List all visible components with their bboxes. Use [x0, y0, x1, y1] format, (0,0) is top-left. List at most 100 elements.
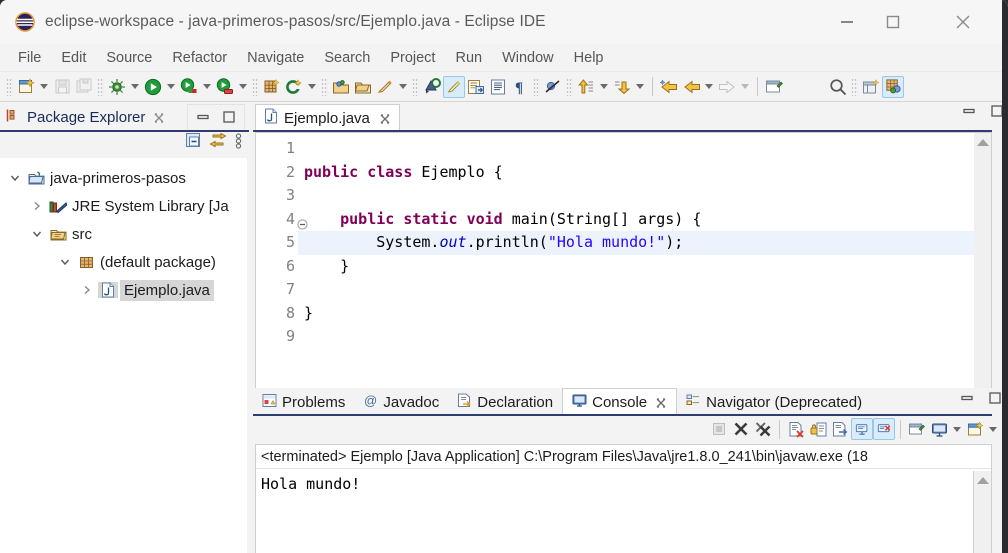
console-output-text[interactable]: Hola mundo!: [256, 469, 991, 499]
tree-row-default-package[interactable]: (default package): [0, 248, 247, 276]
close-icon[interactable]: [655, 397, 667, 409]
toolbar-gripper[interactable]: [97, 77, 104, 96]
toolbar-gripper[interactable]: [851, 77, 858, 96]
show-console-on-error-icon[interactable]: [873, 418, 895, 440]
toggle-mark-dropdown-icon[interactable]: [396, 75, 410, 99]
window-close-button[interactable]: [940, 0, 986, 44]
debug-dropdown-icon[interactable]: [128, 75, 142, 99]
menu-item-refactor[interactable]: Refactor: [162, 47, 237, 69]
chevron-down-icon[interactable]: [4, 172, 26, 184]
chevron-right-icon[interactable]: [76, 284, 98, 296]
minimize-icon[interactable]: [190, 110, 216, 124]
tree-row-jre-library[interactable]: JRE System Library [Ja: [0, 192, 247, 220]
remove-launch-icon[interactable]: [730, 417, 752, 441]
open-perspective-icon[interactable]: [860, 75, 882, 99]
next-annotation-dropdown-icon[interactable]: [597, 75, 611, 99]
tab-package-explorer[interactable]: Package Explorer: [6, 105, 165, 130]
close-icon[interactable]: [153, 112, 165, 124]
chevron-down-icon[interactable]: [54, 256, 76, 268]
new-java-package-icon[interactable]: [261, 75, 283, 99]
scroll-up-arrow-icon[interactable]: [974, 133, 991, 151]
menu-item-run[interactable]: Run: [445, 47, 492, 69]
new-java-class-icon[interactable]: [283, 75, 305, 99]
open-task-icon[interactable]: [352, 75, 374, 99]
tree-row-project[interactable]: java-primeros-pasos: [0, 164, 247, 192]
pin-console-icon[interactable]: [906, 417, 928, 441]
menu-item-search[interactable]: Search: [314, 47, 380, 69]
tree-row-ejemplo-java[interactable]: Ejemplo.java: [0, 276, 247, 304]
previous-annotation-dropdown-icon[interactable]: [633, 75, 647, 99]
toolbar-gripper[interactable]: [6, 77, 13, 96]
show-whitespace-icon[interactable]: [487, 75, 509, 99]
show-console-on-output-icon[interactable]: [851, 418, 873, 440]
menu-item-help[interactable]: Help: [564, 47, 614, 69]
forward-history-dropdown-icon[interactable]: [702, 75, 716, 99]
java-perspective-icon[interactable]: [882, 75, 904, 98]
maximize-icon[interactable]: [988, 391, 1002, 410]
view-menu-icon[interactable]: [234, 132, 243, 155]
maximize-icon[interactable]: [216, 110, 242, 124]
menu-item-file[interactable]: File: [8, 47, 51, 69]
collapse-all-icon[interactable]: [185, 132, 202, 154]
tab-ejemplo-java[interactable]: Ejemplo.java: [255, 104, 400, 132]
new-wizard-dropdown-icon[interactable]: [37, 75, 51, 99]
menu-item-project[interactable]: Project: [380, 47, 445, 69]
forward-history-icon[interactable]: [680, 75, 702, 99]
toolbar-gripper[interactable]: [321, 77, 328, 96]
tab-javadoc[interactable]: @ Javadoc: [354, 388, 448, 416]
chevron-down-icon[interactable]: [26, 228, 48, 240]
debug-icon[interactable]: [106, 75, 128, 99]
tab-console[interactable]: Console: [562, 388, 678, 416]
scroll-up-arrow-icon[interactable]: [974, 471, 991, 489]
tree-row-src[interactable]: src: [0, 220, 247, 248]
display-console-dropdown-icon[interactable]: [950, 417, 964, 441]
coverage-icon[interactable]: [214, 75, 236, 99]
minimize-icon[interactable]: [960, 391, 974, 410]
open-console-dropdown-icon[interactable]: [986, 417, 1000, 441]
new-java-class-dropdown-icon[interactable]: [305, 75, 319, 99]
menu-item-window[interactable]: Window: [492, 47, 564, 69]
next-annotation-icon[interactable]: [575, 75, 597, 99]
run-dropdown-icon[interactable]: [164, 75, 178, 99]
block-selection-icon[interactable]: [465, 75, 487, 99]
external-tools-dropdown-icon[interactable]: [200, 75, 214, 99]
tab-declaration[interactable]: Declaration: [448, 388, 562, 416]
display-selected-console-icon[interactable]: [928, 417, 950, 441]
scroll-lock-icon[interactable]: [807, 417, 829, 441]
window-minimize-button[interactable]: [824, 0, 870, 44]
word-wrap-icon[interactable]: [829, 417, 851, 441]
chevron-right-icon[interactable]: [26, 200, 48, 212]
package-explorer-tree[interactable]: java-primeros-pasos JRE System Library […: [0, 158, 247, 553]
console-vertical-scrollbar[interactable]: [973, 471, 991, 553]
window-maximize-button[interactable]: [870, 0, 916, 44]
new-wizard-icon[interactable]: [15, 75, 37, 99]
toggle-highlight-icon[interactable]: [443, 75, 465, 98]
console-view[interactable]: <terminated> Ejemplo [Java Application] …: [255, 444, 992, 553]
coverage-dropdown-icon[interactable]: [236, 75, 250, 99]
clear-console-icon[interactable]: [785, 417, 807, 441]
minimize-icon[interactable]: [962, 104, 976, 123]
close-icon[interactable]: [379, 113, 391, 125]
tab-problems[interactable]: Problems: [253, 388, 354, 416]
link-with-editor-icon[interactable]: [209, 132, 227, 154]
tab-navigator[interactable]: Navigator (Deprecated): [677, 388, 871, 416]
previous-annotation-icon[interactable]: [611, 75, 633, 99]
quick-access-search-icon[interactable]: [827, 75, 849, 99]
toggle-mark-occurrences-icon[interactable]: [374, 75, 396, 99]
open-console-icon[interactable]: [964, 417, 986, 441]
toolbar-gripper[interactable]: [252, 77, 259, 96]
menu-item-navigate[interactable]: Navigate: [237, 47, 314, 69]
run-icon[interactable]: [142, 75, 164, 99]
new-window-icon[interactable]: [763, 75, 785, 99]
toolbar-gripper[interactable]: [412, 77, 419, 96]
menu-item-source[interactable]: Source: [96, 47, 162, 69]
open-type-icon[interactable]: [330, 75, 352, 99]
toolbar-gripper[interactable]: [533, 77, 540, 96]
back-history-icon[interactable]: [658, 75, 680, 99]
forward-arrow-dropdown-icon[interactable]: [738, 75, 752, 99]
skip-all-breakpoints-icon[interactable]: [542, 75, 564, 99]
run-external-tools-icon[interactable]: [178, 75, 200, 99]
toolbar-gripper[interactable]: [566, 77, 573, 96]
search-type-icon[interactable]: [421, 75, 443, 99]
menu-item-edit[interactable]: Edit: [51, 47, 96, 69]
